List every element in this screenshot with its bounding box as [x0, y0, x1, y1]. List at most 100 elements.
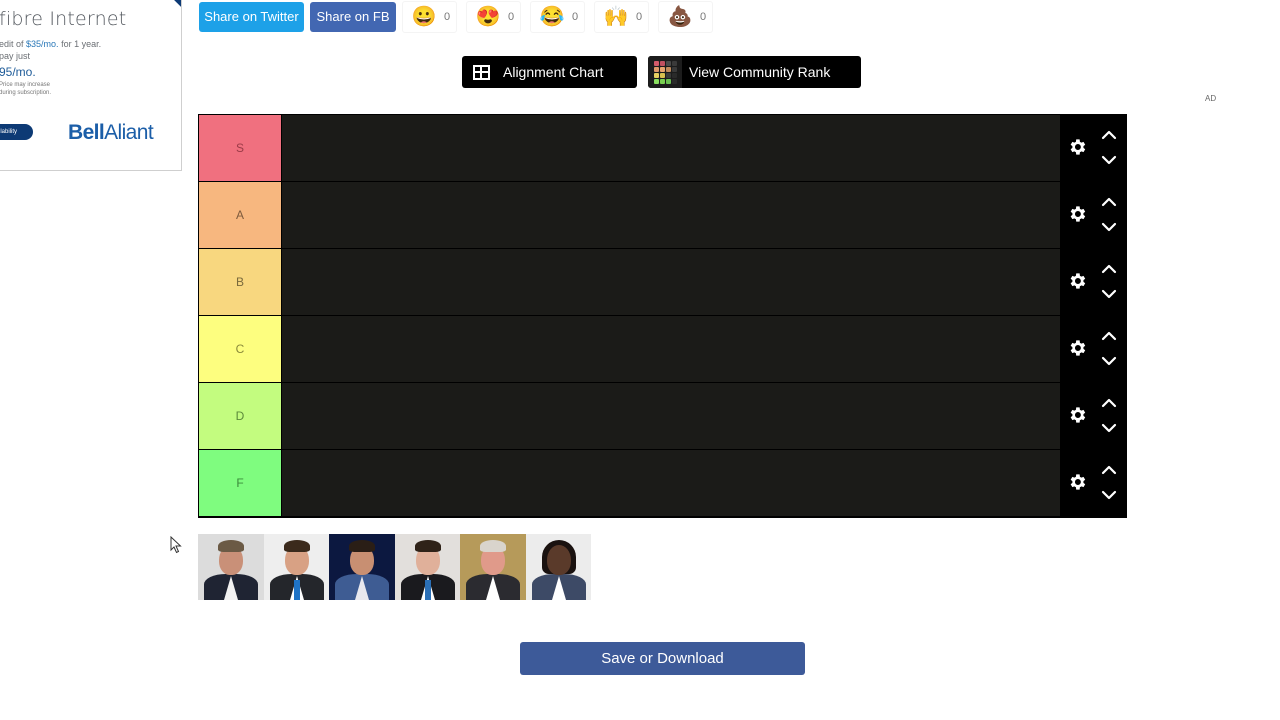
tier-item-candidate-2[interactable] — [263, 534, 329, 600]
tier-drop-zone[interactable] — [282, 249, 1060, 315]
chevron-up-icon[interactable] — [1100, 329, 1118, 343]
raising-hands-icon: 🙌 — [603, 6, 629, 28]
tier-label[interactable]: C — [199, 316, 281, 382]
chevron-up-icon[interactable] — [1100, 396, 1118, 410]
community-rank-label: View Community Rank — [689, 64, 831, 80]
tier-item-candidate-1[interactable] — [198, 534, 264, 600]
chevron-up-icon[interactable] — [1100, 463, 1118, 477]
gear-icon[interactable] — [1067, 404, 1089, 426]
ad-availability-button[interactable]: ilability — [0, 124, 33, 140]
tier-controls — [1060, 450, 1126, 516]
advertisement-banner[interactable]: fibre Internet edit of $35/mo. for 1 yea… — [0, 0, 182, 171]
tier-drop-zone[interactable] — [282, 383, 1060, 449]
tier-label[interactable]: D — [199, 383, 281, 449]
reaction-tears-of-joy[interactable]: 😂 0 — [530, 1, 586, 33]
tier-label[interactable]: B — [199, 249, 281, 315]
portrait-hair — [349, 540, 375, 552]
chevron-up-icon[interactable] — [1100, 262, 1118, 276]
ad-pay-text: pay just — [0, 51, 31, 61]
tier-item-candidate-3[interactable] — [329, 534, 395, 600]
alignment-chart-label: Alignment Chart — [503, 64, 604, 80]
grinning-face-icon: 😀 — [411, 6, 437, 28]
tier-row-s: S — [199, 115, 1126, 181]
reaction-count: 0 — [572, 11, 579, 23]
ad-brand-bold: Bell — [68, 121, 105, 144]
ad-offer-highlight: $35/mo. — [26, 39, 59, 49]
reaction-raising-hands[interactable]: 🙌 0 — [594, 1, 650, 33]
tier-row-d: D — [199, 383, 1126, 449]
chevron-down-icon[interactable] — [1100, 153, 1118, 167]
gear-icon[interactable] — [1067, 471, 1089, 493]
portrait-face — [546, 545, 571, 575]
unranked-items-tray — [198, 534, 591, 600]
ad-brand-logo: BellAliant — [68, 121, 154, 145]
chevron-down-icon[interactable] — [1100, 488, 1118, 502]
tier-controls — [1060, 115, 1126, 181]
tier-item-candidate-4[interactable] — [394, 534, 460, 600]
ad-offer-suffix: for 1 year. — [58, 39, 102, 49]
ad-fine-print-line: during subscription. — [0, 90, 52, 96]
tier-list: SABCDF — [198, 114, 1127, 518]
tier-label[interactable]: S — [199, 115, 281, 181]
chevron-up-icon[interactable] — [1100, 128, 1118, 142]
ad-offer-prefix: edit of — [0, 39, 27, 49]
tier-item-candidate-5[interactable] — [460, 534, 526, 600]
gear-icon[interactable] — [1067, 203, 1089, 225]
ad-title: fibre Internet — [0, 8, 127, 30]
reaction-count: 0 — [444, 11, 451, 23]
tier-item-candidate-6[interactable] — [525, 534, 591, 600]
gear-icon[interactable] — [1067, 337, 1089, 359]
share-twitter-button[interactable]: Share on Twitter — [199, 2, 304, 32]
tier-controls — [1060, 182, 1126, 248]
reaction-grinning[interactable]: 😀 0 — [402, 1, 458, 33]
tier-drop-zone[interactable] — [282, 115, 1060, 181]
chevron-up-icon[interactable] — [1100, 195, 1118, 209]
tier-controls — [1060, 316, 1126, 382]
chevron-down-icon[interactable] — [1100, 354, 1118, 368]
tears-of-joy-face-icon: 😂 — [539, 6, 565, 28]
tier-label[interactable]: A — [199, 182, 281, 248]
portrait-hair — [218, 540, 244, 552]
reaction-count: 0 — [700, 11, 707, 23]
save-or-download-button[interactable]: Save or Download — [520, 642, 805, 675]
tier-row-a: A — [199, 182, 1126, 248]
portrait-tie — [424, 580, 431, 600]
portrait-hair — [480, 540, 506, 552]
portrait-shirt — [224, 576, 238, 600]
reaction-count: 0 — [508, 11, 515, 23]
ad-label: AD — [1205, 94, 1217, 103]
chevron-down-icon[interactable] — [1100, 421, 1118, 435]
grid-icon — [473, 64, 490, 80]
mouse-cursor-icon — [170, 536, 182, 554]
portrait-shirt — [486, 576, 500, 600]
heart-eyes-face-icon: 😍 — [475, 6, 501, 28]
tier-controls — [1060, 249, 1126, 315]
portrait-hair — [283, 540, 310, 552]
reaction-heart-eyes[interactable]: 😍 0 — [466, 1, 522, 33]
tier-controls — [1060, 383, 1126, 449]
reaction-count: 0 — [636, 11, 643, 23]
ad-fine-print-line: Price may increase — [0, 82, 51, 88]
chevron-down-icon[interactable] — [1100, 220, 1118, 234]
ad-brand-light: Aliant — [104, 121, 154, 144]
chevron-down-icon[interactable] — [1100, 287, 1118, 301]
share-facebook-button[interactable]: Share on FB — [310, 2, 396, 32]
gear-icon[interactable] — [1067, 136, 1089, 158]
tier-label[interactable]: F — [199, 450, 281, 516]
gear-icon[interactable] — [1067, 270, 1089, 292]
poop-icon: 💩 — [667, 6, 693, 28]
portrait-hair — [414, 540, 441, 552]
portrait-shirt — [355, 576, 369, 600]
tier-row-c: C — [199, 316, 1126, 382]
tier-drop-zone[interactable] — [282, 316, 1060, 382]
community-rank-icon — [648, 56, 682, 88]
portrait-tie — [293, 580, 300, 600]
reaction-poop[interactable]: 💩 0 — [658, 1, 714, 33]
ad-fine-print: Price may increase during subscription. — [0, 81, 51, 97]
view-community-rank-button[interactable]: View Community Rank — [648, 56, 861, 88]
ad-offer-text: edit of $35/mo. for 1 year. — [0, 39, 101, 49]
ad-corner-decoration — [172, 0, 181, 8]
tier-drop-zone[interactable] — [282, 182, 1060, 248]
alignment-chart-button[interactable]: Alignment Chart — [462, 56, 637, 88]
tier-drop-zone[interactable] — [282, 450, 1060, 516]
